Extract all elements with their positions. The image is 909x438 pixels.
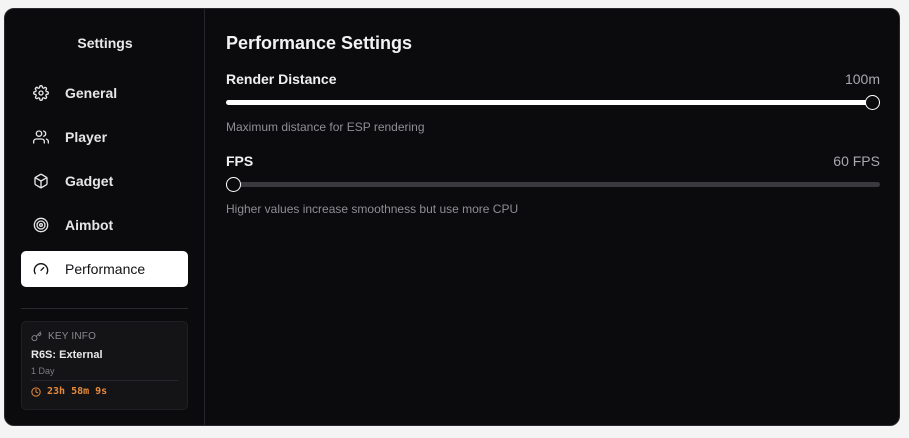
fps-value: 60 FPS (833, 153, 880, 169)
key-icon (31, 331, 48, 342)
sidebar-item-label: Performance (65, 261, 146, 277)
render-distance-label: Render Distance (226, 71, 337, 87)
slider-track (226, 182, 880, 187)
sidebar-item-label: Aimbot (65, 217, 114, 233)
key-info-heading: KEY INFO (31, 331, 96, 342)
fps-label: FPS (226, 153, 254, 169)
sidebar-nav: General Player Gadget Aimbot Performance (21, 75, 188, 295)
box-icon (33, 173, 49, 189)
sidebar: Settings General Player Gadget Aimbot Pe… (5, 9, 205, 425)
fps-slider[interactable] (226, 176, 880, 194)
sidebar-title: Settings (77, 35, 133, 51)
key-timer: 23h 58m 9s (31, 386, 107, 397)
target-icon (33, 217, 49, 233)
users-icon (33, 129, 49, 145)
page-title: Performance Settings (226, 33, 413, 53)
key-product-name: R6S: External (31, 349, 103, 361)
gauge-icon (33, 261, 49, 277)
key-duration: 1 Day (31, 366, 55, 376)
main-panel: Performance Settings Render Distance 100… (226, 9, 880, 425)
sidebar-item-label: General (65, 85, 118, 101)
render-distance-slider[interactable] (226, 94, 880, 112)
render-distance-description: Maximum distance for ESP rendering (226, 120, 425, 134)
settings-window: Settings General Player Gadget Aimbot Pe… (4, 8, 900, 426)
fps-description: Higher values increase smoothness but us… (226, 202, 519, 216)
key-info-card: KEY INFO R6S: External 1 Day 23h 58m 9s (21, 321, 188, 410)
render-distance-value: 100m (844, 71, 880, 87)
clock-icon (31, 386, 47, 397)
sidebar-item-player[interactable]: Player (21, 119, 188, 155)
slider-thumb[interactable] (226, 177, 241, 192)
sidebar-item-general[interactable]: General (21, 75, 188, 111)
sidebar-item-gadget[interactable]: Gadget (21, 163, 188, 199)
sidebar-divider (21, 308, 188, 309)
sidebar-item-performance[interactable]: Performance (21, 251, 188, 287)
key-info-divider (31, 380, 178, 381)
gear-icon (33, 85, 49, 101)
sidebar-item-aimbot[interactable]: Aimbot (21, 207, 188, 243)
key-time-remaining: 23h 58m 9s (47, 386, 108, 397)
sidebar-item-label: Gadget (65, 173, 114, 189)
slider-fill (226, 100, 873, 105)
slider-thumb[interactable] (865, 95, 880, 110)
key-info-heading-label: KEY INFO (48, 331, 97, 342)
sidebar-item-label: Player (65, 129, 108, 145)
